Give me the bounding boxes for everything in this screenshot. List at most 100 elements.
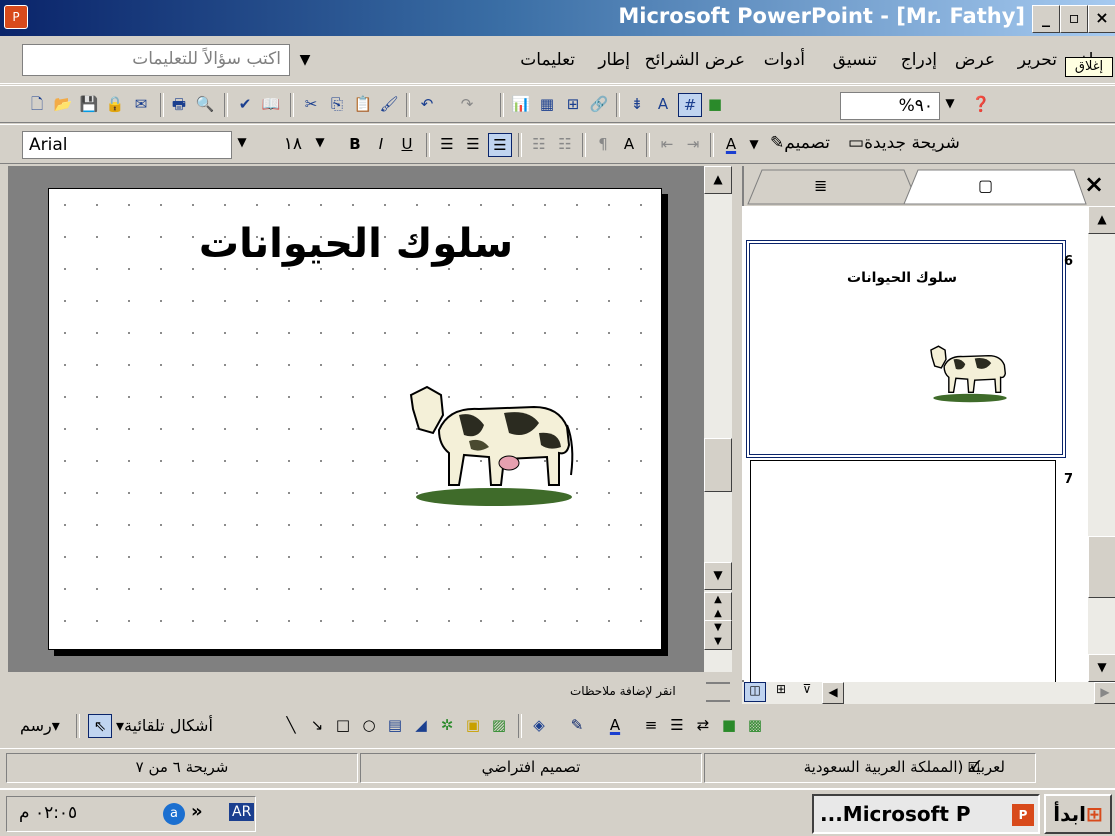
print-preview-icon[interactable]: 🔍	[194, 93, 216, 115]
maximize-button[interactable]: ▫	[1060, 5, 1088, 33]
close-button[interactable]: ×	[1088, 5, 1115, 33]
close-pane-icon[interactable]: ×	[1084, 170, 1104, 198]
arrow-icon[interactable]: ↘	[306, 714, 328, 736]
menu-help[interactable]: تعليمات	[520, 50, 575, 70]
menu-window[interactable]: إطار	[598, 50, 630, 70]
research-icon[interactable]: 📖	[260, 93, 282, 115]
show-formatting-icon[interactable]: A	[652, 93, 674, 115]
thumbnails-scrollbar[interactable]: ▲ ▼	[1088, 206, 1115, 682]
italic-icon[interactable]: I	[370, 133, 392, 155]
hyperlink-icon[interactable]: 🔗	[588, 93, 610, 115]
hscroll-left-icon[interactable]: ◀	[822, 682, 844, 704]
design-button[interactable]: ✎تصميم	[770, 133, 830, 153]
undo-icon[interactable]: ↶	[416, 93, 438, 115]
align-right-icon[interactable]: ☰	[488, 133, 512, 157]
help-search-input[interactable]: اكتب سؤالاً للتعليمات	[22, 44, 290, 76]
scroll-down-icon[interactable]: ▼	[704, 562, 732, 590]
select-objects-icon[interactable]: ⇖	[88, 714, 112, 738]
redo-icon[interactable]: ↷	[456, 93, 478, 115]
menu-edit[interactable]: تحرير	[1018, 50, 1057, 70]
slide-thumbnail-7[interactable]	[750, 460, 1056, 684]
thumbs-scroll-thumb[interactable]	[1088, 536, 1115, 598]
increase-indent-icon[interactable]: ⇥	[682, 133, 704, 155]
new-icon[interactable]: 🗋	[26, 93, 48, 115]
thumbs-scroll-down-icon[interactable]: ▼	[1088, 654, 1115, 682]
insert-picture-icon[interactable]: ▨	[488, 714, 510, 736]
show-hidden-icons[interactable]: »	[191, 801, 203, 822]
language-indicator[interactable]: AR	[229, 803, 255, 821]
permission-icon[interactable]: 🔒	[104, 93, 126, 115]
slide-sorter-icon[interactable]: ⊞	[770, 682, 792, 702]
menu-format[interactable]: تنسيق	[833, 50, 877, 70]
wordart-icon[interactable]: ◢	[410, 714, 432, 736]
font-dropdown-icon[interactable]: ▼	[232, 135, 252, 149]
save-icon[interactable]: 💾	[78, 93, 100, 115]
cut-icon[interactable]: ✂	[300, 93, 322, 115]
slide-thumbnail-6[interactable]: سلوك الحيوانات	[746, 240, 1066, 458]
spellcheck-status-icon[interactable]: 🗹	[968, 757, 981, 781]
bold-icon[interactable]: B	[344, 133, 366, 155]
paste-icon[interactable]: 📋	[352, 93, 374, 115]
spelling-icon[interactable]: ✔	[234, 93, 256, 115]
menu-view[interactable]: عرض	[955, 50, 995, 70]
textbox-icon[interactable]: ▤	[384, 714, 406, 736]
help-dropdown-icon[interactable]: ▼	[292, 44, 318, 76]
splitter-handle[interactable]	[706, 682, 730, 702]
thumbs-scroll-up-icon[interactable]: ▲	[1088, 206, 1115, 234]
print-icon[interactable]: 🖶	[168, 93, 190, 115]
outline-tab-icon[interactable]: ≣	[814, 176, 827, 195]
line-color-icon[interactable]: ✎	[566, 714, 588, 736]
font-name-field[interactable]: Arial	[22, 131, 232, 159]
table-icon[interactable]: ▦	[536, 93, 558, 115]
align-center-icon[interactable]: ☰	[462, 133, 484, 155]
arrow-style-icon[interactable]: ⇄	[692, 714, 714, 736]
normal-view-icon[interactable]: ◫	[744, 682, 766, 702]
draw-menu-button[interactable]: رسم▾	[20, 716, 60, 735]
zoom-field[interactable]: %٩٠	[840, 92, 940, 120]
tables-borders-icon[interactable]: ⊞	[562, 93, 584, 115]
slides-tab-icon[interactable]: ▢	[978, 176, 993, 195]
bullets-icon[interactable]: ☷	[554, 133, 576, 155]
color-grayscale-icon[interactable]: ■	[704, 93, 726, 115]
font-color-icon[interactable]: A	[720, 133, 742, 155]
oval-icon[interactable]: ○	[358, 714, 380, 736]
open-icon[interactable]: 📂	[52, 93, 74, 115]
expand-all-icon[interactable]: ⇟	[626, 93, 648, 115]
shadow-style-icon[interactable]: ■	[718, 714, 740, 736]
slide-vertical-scrollbar[interactable]: ▲ ▼ ▲ ▲ ▼ ▼	[704, 166, 732, 672]
minimize-button[interactable]: _	[1032, 5, 1060, 33]
menu-slideshow[interactable]: عرض الشرائح	[645, 50, 745, 70]
slide-title[interactable]: سلوك الحيوانات	[49, 221, 663, 267]
dash-style-icon[interactable]: ☰	[666, 714, 688, 736]
diagram-icon[interactable]: ✲	[436, 714, 458, 736]
email-icon[interactable]: ✉	[130, 93, 152, 115]
scroll-thumb[interactable]	[704, 438, 732, 492]
network-icon[interactable]: a	[163, 803, 185, 825]
taskbar-powerpoint-button[interactable]: ...Microsoft P P	[812, 794, 1040, 834]
increase-font-icon[interactable]: A	[618, 133, 640, 155]
start-button[interactable]: ابدأ⊞	[1044, 794, 1112, 834]
chart-icon[interactable]: 📊	[510, 93, 532, 115]
line-icon[interactable]: ╲	[280, 714, 302, 736]
numbering-icon[interactable]: ☷	[528, 133, 550, 155]
rtl-icon[interactable]: ¶	[592, 133, 614, 155]
font-size-dropdown-icon[interactable]: ▼	[310, 135, 330, 149]
format-painter-icon[interactable]: 🖌	[378, 93, 400, 115]
menu-tools[interactable]: أدوات	[764, 50, 805, 70]
underline-icon[interactable]: U	[396, 133, 418, 155]
next-slide-icon[interactable]: ▼ ▼	[704, 620, 732, 650]
notes-placeholder[interactable]: انقر لإضافة ملاحظات	[570, 684, 676, 698]
clock[interactable]: ٠٢:٠٥ م	[19, 803, 77, 823]
zoom-dropdown-icon[interactable]: ▼	[940, 96, 960, 110]
cow-clipart[interactable]	[409, 385, 579, 507]
powerpoint-icon[interactable]: P	[4, 5, 28, 29]
align-left-icon[interactable]: ☰	[436, 133, 458, 155]
previous-slide-icon[interactable]: ▲ ▲	[704, 592, 732, 622]
new-slide-button[interactable]: ▭شريحة جديدة	[848, 133, 960, 153]
help-icon[interactable]: ❓	[970, 93, 992, 115]
decrease-indent-icon[interactable]: ⇤	[656, 133, 678, 155]
scroll-up-icon[interactable]: ▲	[704, 166, 732, 194]
line-style-icon[interactable]: ≡	[640, 714, 662, 736]
fill-color-icon[interactable]: ◈	[528, 714, 550, 736]
grid-icon[interactable]: #	[678, 93, 702, 117]
